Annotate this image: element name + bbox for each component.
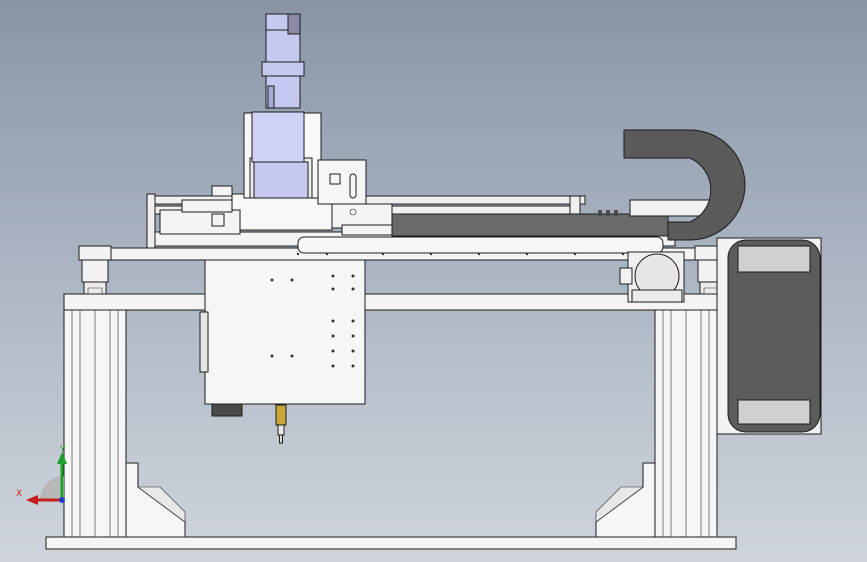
left-column (63, 295, 186, 538)
z-servo-motor (251, 13, 309, 199)
cross-beam (63, 293, 721, 311)
spindle-tool (275, 404, 287, 444)
gantry-drawing: X Y (16, 13, 822, 550)
base-plate (45, 536, 737, 550)
rail-cover (391, 213, 669, 237)
triad-x-label: X (16, 489, 22, 499)
right-enclosure (716, 237, 822, 435)
coordinate-triad[interactable]: X Y (16, 445, 67, 505)
triad-z-point (59, 497, 65, 503)
triad-x-arrowhead (26, 495, 38, 505)
left-rail-block (78, 245, 112, 295)
triad-z-disc (40, 476, 64, 500)
rail-end-block (629, 199, 711, 217)
x-axis-motor (619, 251, 685, 303)
cad-viewport[interactable]: X Y (0, 0, 867, 562)
z-axis-plate (199, 257, 366, 417)
rail-bolts (598, 210, 618, 216)
right-column (595, 295, 718, 538)
triad-y-label: Y (59, 445, 66, 455)
